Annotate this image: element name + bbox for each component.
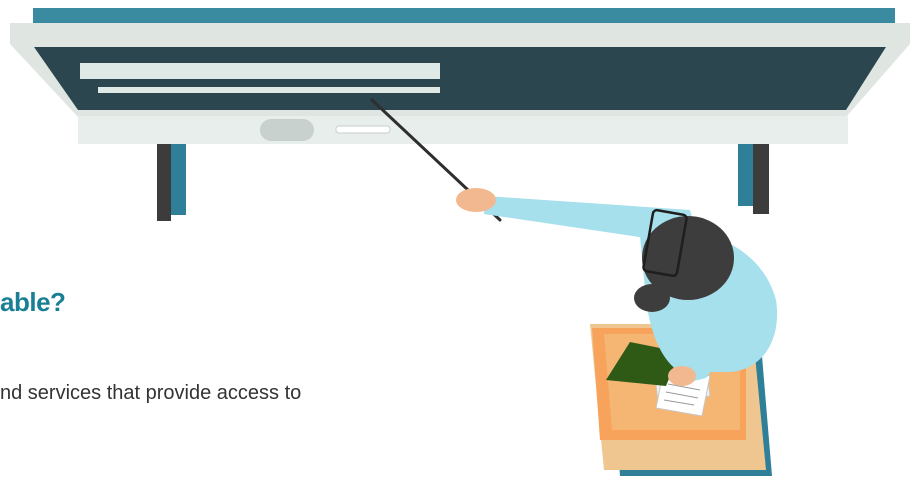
left-leg-dark — [157, 144, 171, 221]
teacher-hair-bun — [634, 284, 670, 312]
teacher-whiteboard-illustration — [10, 8, 910, 476]
marker — [335, 125, 391, 134]
teacher-lower-hand — [668, 366, 696, 386]
teacher-hand — [456, 188, 496, 212]
section-body-text: nd services that provide access to — [0, 382, 302, 404]
page: able? nd services that provide access to — [0, 0, 921, 484]
eraser — [260, 119, 314, 141]
section-heading: able? — [0, 287, 66, 317]
left-leg-teal — [171, 144, 186, 215]
board-text-line-2 — [98, 87, 440, 93]
right-leg-teal — [738, 144, 753, 206]
board-text-line-1 — [80, 63, 440, 79]
right-leg-dark — [753, 144, 769, 214]
whiteboard-tray — [78, 116, 848, 144]
whiteboard-top-strip — [33, 8, 895, 24]
